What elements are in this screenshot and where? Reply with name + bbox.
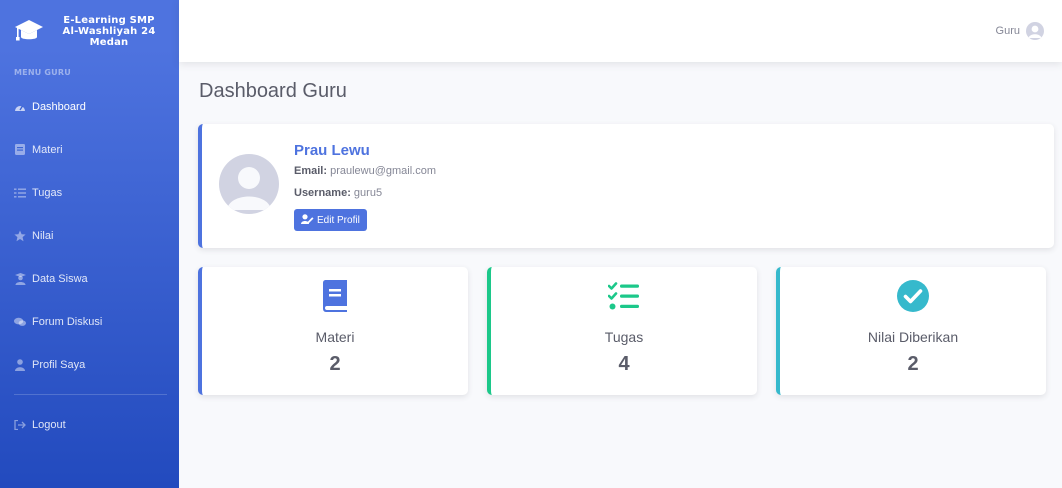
- stat-label: Tugas: [604, 329, 644, 345]
- user-graduate-icon: [14, 272, 26, 285]
- sidebar-item-profil-saya[interactable]: Profil Saya: [0, 343, 179, 386]
- sidebar-item-dashboard[interactable]: Dashboard: [0, 85, 179, 128]
- page-title: Dashboard Guru: [199, 80, 347, 102]
- user-icon: [14, 358, 26, 371]
- book-icon: [319, 280, 351, 312]
- tasks-icon: [608, 280, 640, 312]
- sidebar-item-label: Forum Diskusi: [32, 315, 103, 328]
- tachometer-icon: [14, 101, 26, 113]
- check-circle-icon: [897, 280, 929, 312]
- stat-value: 2: [907, 353, 919, 375]
- sidebar-item-label: Data Siswa: [32, 272, 88, 285]
- sidebar: E-Learning SMP Al-Washliyah 24 Medan MEN…: [0, 0, 179, 488]
- stat-label: Nilai Diberikan: [867, 329, 959, 345]
- graduation-cap-icon: [14, 17, 44, 45]
- stat-card-nilai: Nilai Diberikan 2: [776, 267, 1046, 395]
- brand-link[interactable]: E-Learning SMP Al-Washliyah 24 Medan: [0, 0, 179, 62]
- profile-email: Email: praulewu@gmail.com: [294, 165, 436, 177]
- edit-profile-button[interactable]: Edit Profil: [294, 209, 367, 231]
- topbar: Guru: [179, 0, 1062, 62]
- main-content: Dashboard Guru Prau Lewu Email: praulewu…: [179, 62, 1062, 488]
- stat-card-tugas: Tugas 4: [487, 267, 757, 395]
- stat-card-materi: Materi 2: [198, 267, 468, 395]
- sidebar-heading: MENU GURU: [14, 68, 71, 77]
- stat-value: 2: [329, 353, 341, 375]
- avatar: [219, 154, 279, 214]
- sidebar-item-label: Logout: [32, 418, 66, 431]
- sidebar-divider: [14, 394, 167, 395]
- sidebar-item-label: Profil Saya: [32, 358, 86, 371]
- email-label: Email:: [294, 165, 328, 177]
- profile-username: Username: guru5: [294, 187, 382, 199]
- sidebar-item-materi[interactable]: Materi: [0, 128, 179, 171]
- user-circle-icon[interactable]: [1026, 22, 1044, 40]
- sidebar-item-data-siswa[interactable]: Data Siswa: [0, 257, 179, 300]
- book-icon: [14, 144, 26, 156]
- profile-name: Prau Lewu: [294, 142, 370, 159]
- sidebar-item-label: Materi: [32, 143, 63, 156]
- brand-title: E-Learning SMP Al-Washliyah 24 Medan: [62, 14, 156, 48]
- edit-profile-label: Edit Profil: [317, 214, 360, 226]
- sidebar-item-nilai[interactable]: Nilai: [0, 214, 179, 257]
- user-edit-icon: [301, 213, 314, 227]
- sidebar-item-logout[interactable]: Logout: [0, 403, 179, 446]
- username-value: guru5: [353, 187, 383, 199]
- stat-value: 4: [618, 353, 630, 375]
- sidebar-item-forum-diskusi[interactable]: Forum Diskusi: [0, 300, 179, 343]
- email-value: praulewu@gmail.com: [330, 165, 437, 177]
- profile-card: Prau Lewu Email: praulewu@gmail.com User…: [198, 124, 1054, 248]
- topbar-user-name[interactable]: Guru: [996, 25, 1020, 37]
- sign-out-icon: [14, 419, 26, 431]
- sidebar-item-tugas[interactable]: Tugas: [0, 171, 179, 214]
- sidebar-item-label: Nilai: [32, 229, 54, 242]
- comments-icon: [14, 316, 26, 328]
- username-label: Username:: [294, 187, 351, 199]
- sidebar-item-label: Tugas: [32, 186, 63, 199]
- star-icon: [14, 230, 26, 242]
- sidebar-item-label: Dashboard: [32, 100, 86, 113]
- tasks-icon: [14, 187, 26, 199]
- stat-label: Materi: [315, 329, 355, 345]
